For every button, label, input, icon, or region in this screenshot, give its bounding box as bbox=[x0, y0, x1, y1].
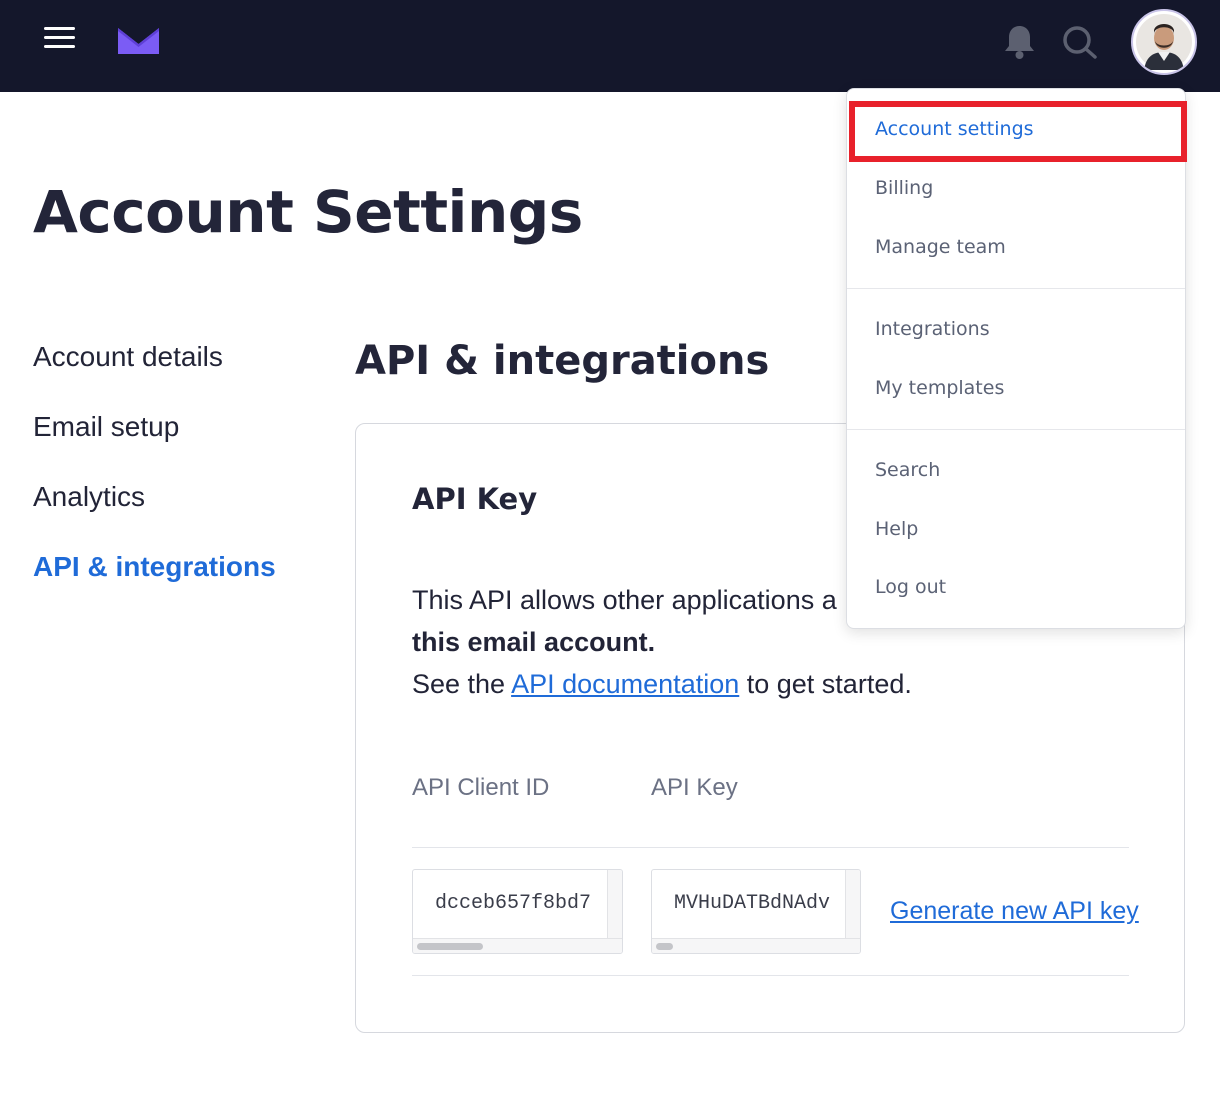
scrollbar-thumb[interactable] bbox=[417, 943, 483, 950]
menu-item-label: Integrations bbox=[875, 318, 990, 340]
generate-api-key-link[interactable]: Generate new API key bbox=[890, 897, 1139, 926]
highlight-box bbox=[849, 101, 1187, 162]
page-title: Account Settings bbox=[33, 178, 583, 246]
divider bbox=[412, 975, 1129, 976]
api-client-id-value: dcceb657f8bd7 bbox=[435, 892, 592, 915]
description-after-text: to get started. bbox=[739, 669, 912, 699]
search-icon[interactable] bbox=[1061, 24, 1099, 60]
top-navbar bbox=[0, 0, 1220, 92]
api-client-id-label: API Client ID bbox=[412, 774, 550, 801]
section-title: API & integrations bbox=[355, 338, 770, 384]
envelope-logo-icon[interactable] bbox=[118, 28, 159, 54]
sidebar-item-account-details[interactable]: Account details bbox=[33, 338, 333, 408]
user-avatar[interactable] bbox=[1131, 9, 1197, 75]
sidebar-item-analytics[interactable]: Analytics bbox=[33, 478, 333, 548]
menu-item-label: Log out bbox=[875, 576, 947, 598]
horizontal-scrollbar[interactable] bbox=[652, 938, 860, 953]
menu-item-help[interactable]: Help bbox=[847, 506, 1185, 554]
menu-item-search[interactable]: Search bbox=[847, 447, 1185, 495]
bell-icon[interactable] bbox=[1003, 24, 1036, 60]
vertical-scrollbar[interactable] bbox=[845, 870, 860, 940]
menu-divider bbox=[847, 429, 1185, 430]
menu-item-label: Billing bbox=[875, 177, 934, 199]
settings-sidebar: Account details Email setup Analytics AP… bbox=[33, 338, 333, 618]
menu-item-my-templates[interactable]: My templates bbox=[847, 365, 1185, 413]
menu-divider bbox=[847, 288, 1185, 289]
api-key-label: API Key bbox=[651, 774, 738, 801]
api-client-id-field[interactable]: dcceb657f8bd7 bbox=[412, 869, 623, 954]
card-title: API Key bbox=[412, 482, 538, 516]
menu-item-label: Help bbox=[875, 518, 919, 540]
description-see-text: See the bbox=[412, 669, 512, 699]
api-documentation-link[interactable]: API documentation bbox=[511, 669, 739, 699]
menu-item-label: Manage team bbox=[875, 236, 1006, 258]
menu-item-log-out[interactable]: Log out bbox=[847, 564, 1185, 612]
scrollbar-thumb[interactable] bbox=[656, 943, 673, 950]
menu-item-label: My templates bbox=[875, 377, 1005, 399]
api-key-field[interactable]: MVHuDATBdNAdv bbox=[651, 869, 861, 954]
menu-item-manage-team[interactable]: Manage team bbox=[847, 224, 1185, 272]
menu-item-integrations[interactable]: Integrations bbox=[847, 306, 1185, 354]
menu-item-label: Search bbox=[875, 459, 941, 481]
sidebar-item-email-setup[interactable]: Email setup bbox=[33, 408, 333, 478]
description-bold-text: this email account. bbox=[412, 627, 656, 657]
divider bbox=[412, 847, 1129, 848]
horizontal-scrollbar[interactable] bbox=[413, 938, 622, 953]
sidebar-item-api-integrations[interactable]: API & integrations bbox=[33, 548, 333, 618]
menu-item-billing[interactable]: Billing bbox=[847, 165, 1185, 213]
account-dropdown-menu: Account settings Billing Manage team Int… bbox=[846, 88, 1187, 629]
api-key-value: MVHuDATBdNAdv bbox=[674, 892, 831, 915]
vertical-scrollbar[interactable] bbox=[607, 870, 622, 940]
hamburger-icon[interactable] bbox=[44, 26, 75, 50]
